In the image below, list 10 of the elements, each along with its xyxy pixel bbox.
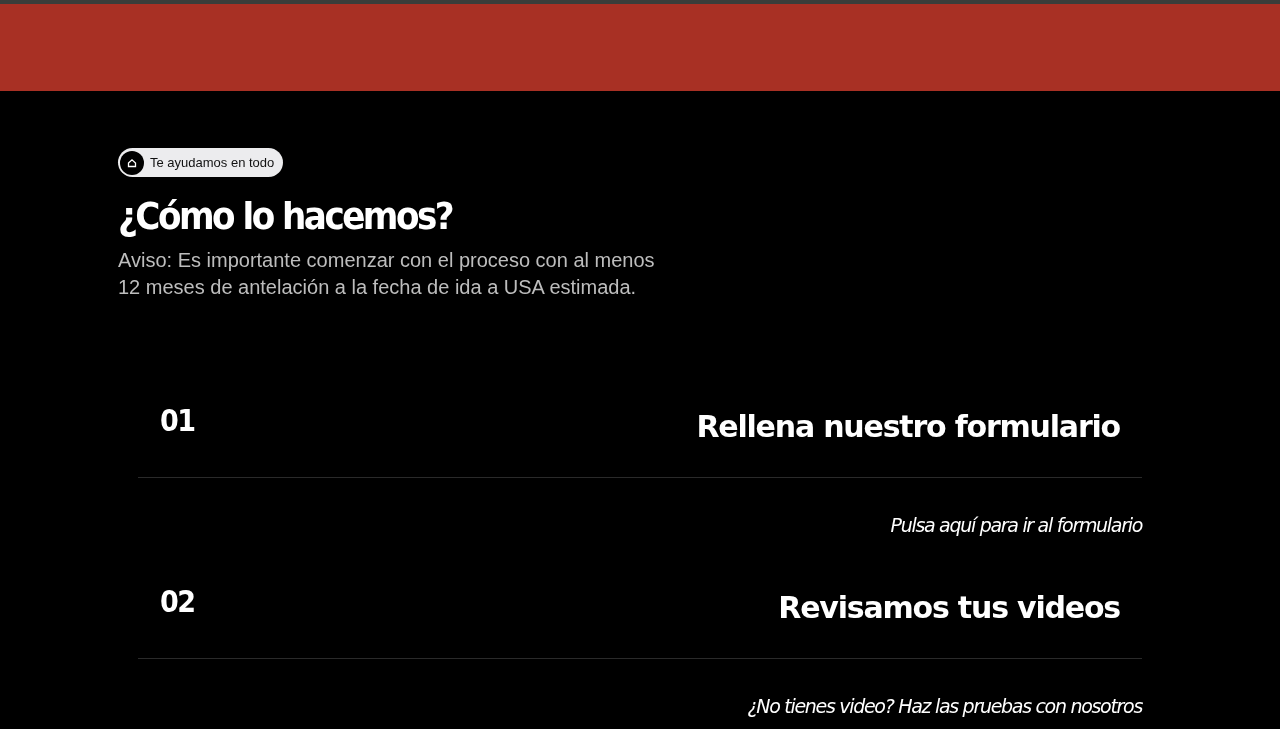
step-number: 02: [160, 583, 195, 621]
notice-text: Aviso: Es importante comenzar con el proceso con al menos 12 meses de antelación a la fecha de ida a USA estimada.: [118, 248, 656, 300]
badge-label: Te ayudamos en todo: [150, 155, 275, 170]
step-link[interactable]: ¿No tienes video? Haz las pruebas con nosotros: [747, 694, 1142, 718]
step-title: Revisamos tus videos: [778, 589, 1120, 627]
section-heading: ¿Cómo lo hacemos?: [118, 193, 454, 240]
step-number: 01: [160, 402, 195, 440]
step-title: Rellena nuestro formulario: [696, 408, 1120, 446]
step-link[interactable]: Pulsa aquí para ir al formulario: [890, 513, 1142, 537]
home-icon: [120, 150, 144, 175]
